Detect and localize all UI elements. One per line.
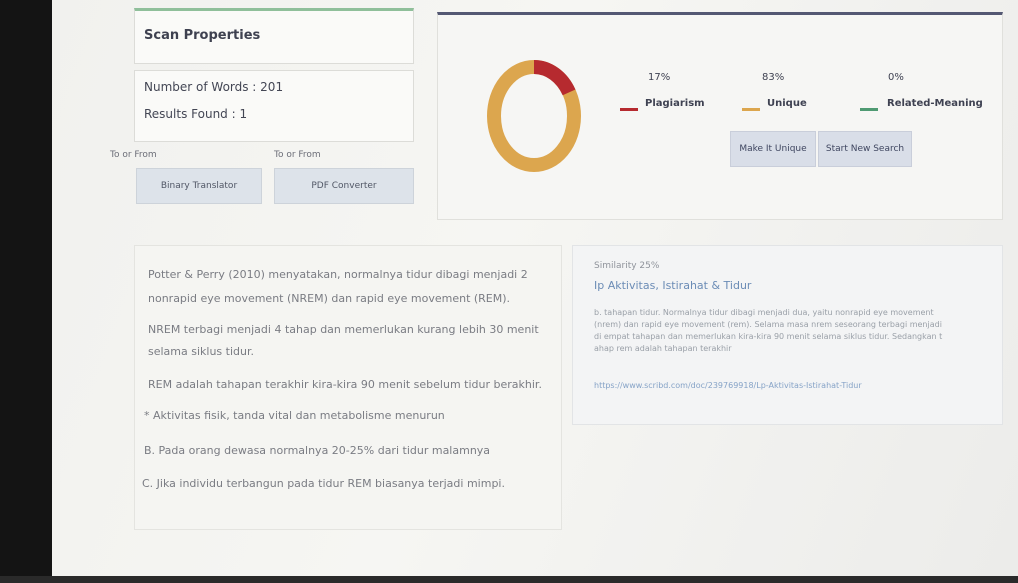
screen: Scan Properties Number of Words : 201 Re… (52, 0, 1018, 576)
binary-translator-button[interactable]: Binary Translator (136, 168, 262, 204)
matched-text-line: ahap rem adalah tahapan terakhir (594, 344, 732, 353)
unique-legend-label: Unique (767, 98, 807, 109)
plagiarism-percent: 17% (648, 72, 671, 83)
text-line: nonrapid eye movement (NREM) dan rapid e… (148, 292, 511, 305)
number-of-words: Number of Words : 201 (144, 80, 284, 94)
text-line: C. Jika individu terbangun pada tidur RE… (142, 477, 505, 490)
unique-percent: 83% (762, 72, 785, 83)
matched-text-line: b. tahapan tidur. Normalnya tidur dibagi… (594, 308, 934, 317)
make-it-unique-button[interactable]: Make It Unique (730, 131, 816, 167)
related-meaning-percent: 0% (888, 72, 904, 83)
unique-legend-swatch (742, 108, 760, 111)
pdf-converter-button[interactable]: PDF Converter (274, 168, 414, 204)
monitor-bottom-edge (0, 576, 1018, 583)
matched-text-line: di empat tahapan dan memerlukan kira-kir… (594, 332, 943, 341)
matched-text-line: (nrem) dan rapid eye movement (rem). Sel… (594, 320, 942, 329)
plagiarism-legend-label: Plagiarism (645, 98, 705, 109)
text-line: REM adalah tahapan terakhir kira-kira 90… (148, 378, 542, 391)
plagiarism-legend-swatch (620, 108, 638, 111)
plagiarism-arc (533, 60, 576, 96)
text-line: Potter & Perry (2010) menyatakan, normal… (148, 268, 528, 281)
text-line: NREM terbagi menjadi 4 tahap dan memerlu… (148, 323, 539, 336)
monitor-bezel (0, 0, 52, 583)
matched-source-link[interactable]: https://www.scribd.com/doc/239769918/Lp-… (594, 381, 862, 390)
results-found: Results Found : 1 (144, 107, 248, 121)
similarity-score: Similarity 25% (594, 261, 660, 271)
matched-source-title[interactable]: Ip Aktivitas, Istirahat & Tidur (594, 279, 751, 292)
related-meaning-legend-label: Related-Meaning (887, 98, 983, 109)
tool-label-binary: To or From (110, 150, 157, 160)
text-line: selama siklus tidur. (148, 345, 254, 358)
plagiarism-donut-chart (487, 60, 581, 172)
text-line: B. Pada orang dewasa normalnya 20-25% da… (144, 444, 491, 457)
text-line: * Aktivitas fisik, tanda vital dan metab… (144, 409, 445, 422)
start-new-search-button[interactable]: Start New Search (818, 131, 912, 167)
tool-label-pdf: To or From (274, 150, 321, 160)
related-meaning-legend-swatch (860, 108, 878, 111)
scan-properties-title: Scan Properties (144, 28, 261, 43)
